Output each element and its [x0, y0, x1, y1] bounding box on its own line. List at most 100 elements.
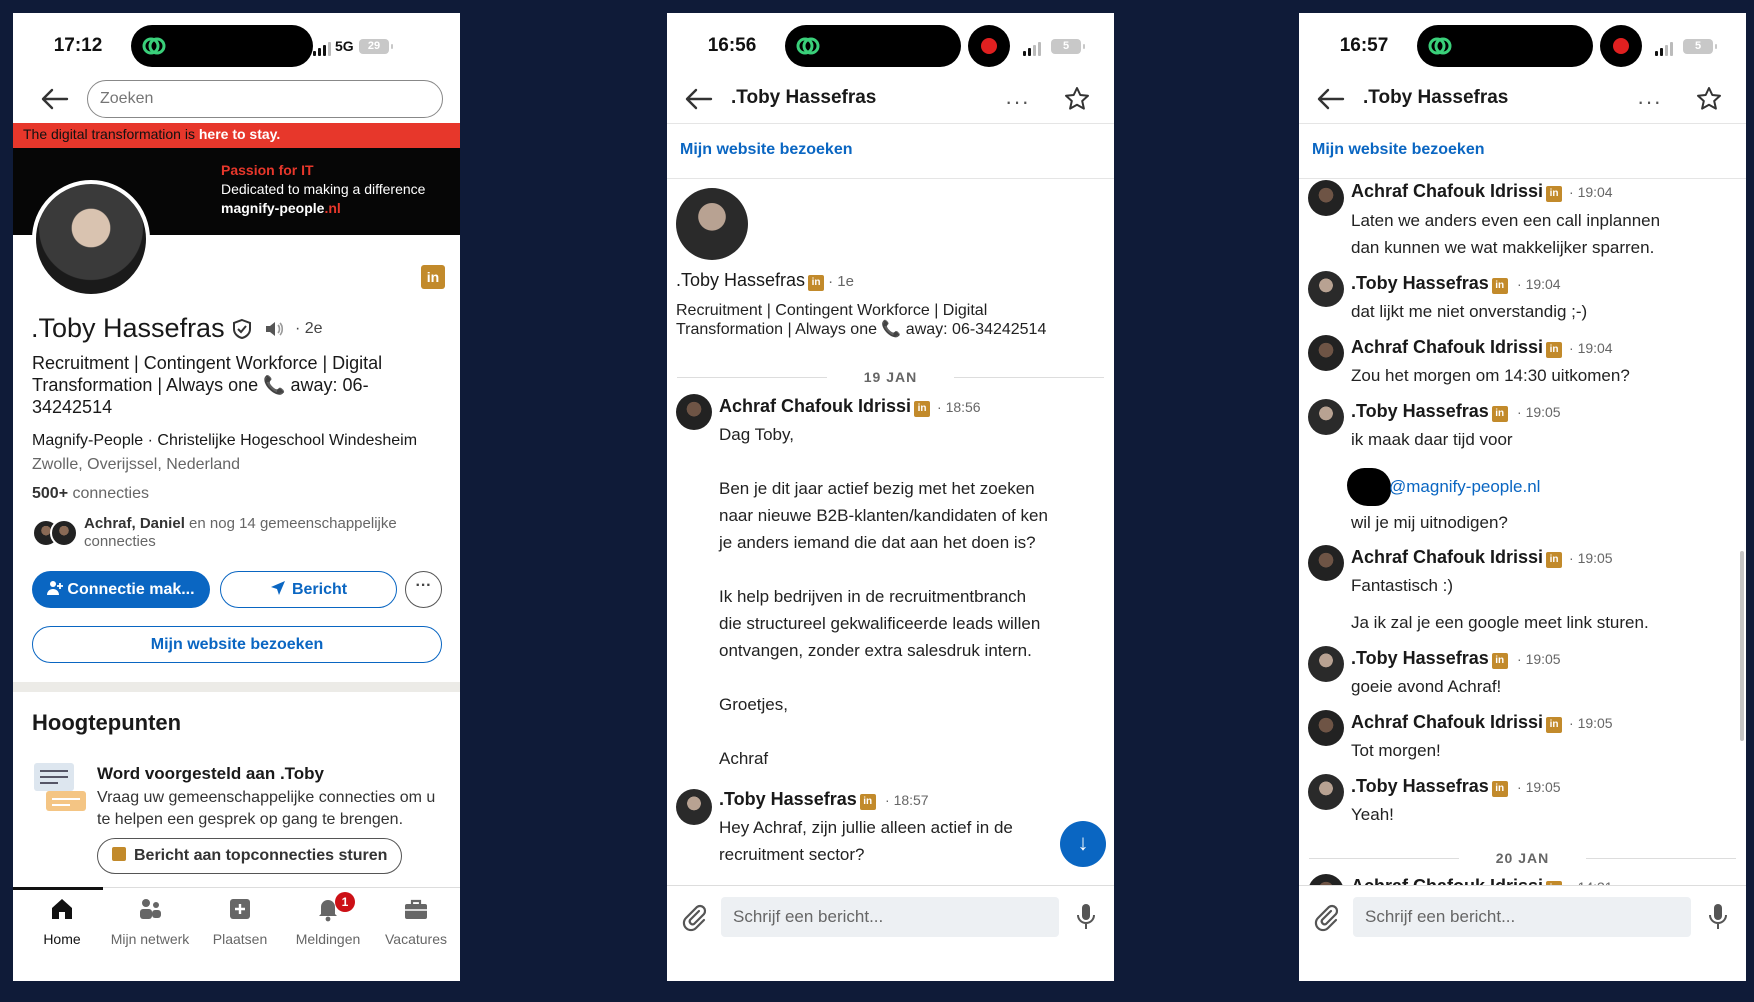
- search-input[interactable]: [87, 80, 443, 118]
- premium-icon: in: [808, 275, 825, 291]
- profile-headline: Recruitment | Contingent Workforce | Dig…: [32, 353, 383, 417]
- star-icon[interactable]: [1063, 85, 1091, 113]
- status-bar: 16:57 5: [1299, 13, 1746, 75]
- home-icon: [52, 899, 72, 919]
- message-input[interactable]: Schrijf een bericht...: [721, 897, 1059, 937]
- message-time-text: 19:05: [1525, 651, 1561, 667]
- avatar[interactable]: [676, 394, 712, 430]
- message-time: · 19:05: [1569, 550, 1613, 566]
- recording-indicator: [968, 25, 1010, 67]
- back-arrow-icon[interactable]: [1317, 88, 1345, 110]
- avatar[interactable]: [1308, 335, 1344, 371]
- profile-screen: 17:12 5G 29 The digital transformation i…: [13, 13, 460, 981]
- message-top-connections-button[interactable]: Bericht aan topconnecties sturen: [97, 838, 403, 874]
- contact-headline: Recruitment | Contingent Workforce | Dig…: [676, 302, 1047, 338]
- message-time: · 19:05: [1517, 404, 1561, 420]
- premium-icon: in: [1546, 186, 1563, 202]
- microphone-icon[interactable]: [1075, 902, 1097, 932]
- message-time-text: 18:56: [945, 399, 981, 415]
- profile-avatar[interactable]: [32, 180, 150, 298]
- banner-domain-a: magnify-people: [221, 200, 325, 216]
- more-actions-button[interactable]: ···: [405, 571, 442, 608]
- status-time: 17:12: [53, 35, 103, 56]
- notification-badge: 1: [335, 892, 355, 912]
- message-line: Hey Achraf, zijn jullie alleen actief in…: [719, 818, 1013, 837]
- message-input[interactable]: Schrijf een bericht...: [1353, 897, 1691, 937]
- app-ring-icon: [142, 37, 166, 55]
- back-arrow-icon[interactable]: [41, 88, 69, 110]
- mutual-connections[interactable]: Achraf, Daniel en nog 14 gemeenschappeli…: [32, 515, 442, 551]
- avatar[interactable]: [676, 188, 748, 260]
- app-ring-icon: [1428, 37, 1452, 55]
- scroll-down-button[interactable]: ↓: [1060, 821, 1106, 867]
- message-line: Yeah!: [1351, 805, 1394, 824]
- message-time-text: 19:05: [1525, 779, 1561, 795]
- avatar[interactable]: [1308, 646, 1344, 682]
- chat-screen-end: 16:57 5 .Toby Hassefras ··· Mijn website…: [1299, 13, 1746, 981]
- avatar: [50, 519, 78, 547]
- connect-label: Connectie mak...: [67, 581, 195, 598]
- avatar[interactable]: [1308, 399, 1344, 435]
- website-button[interactable]: Mijn website bezoeken: [32, 626, 442, 663]
- microphone-icon[interactable]: [1707, 902, 1729, 932]
- tab-home[interactable]: Home: [13, 887, 107, 947]
- verified-shield-icon[interactable]: [231, 318, 253, 340]
- message-label: Bericht: [291, 581, 348, 598]
- tab-jobs[interactable]: Vacatures: [371, 888, 460, 947]
- avatar[interactable]: [1308, 710, 1344, 746]
- avatar[interactable]: [1308, 180, 1344, 216]
- sender-name: Achraf Chafouk Idrissiin: [1351, 712, 1563, 733]
- avatar[interactable]: [1308, 545, 1344, 581]
- date-separator: 19 JAN: [667, 369, 1114, 385]
- premium-icon: in: [1546, 717, 1563, 733]
- chat-title[interactable]: .Toby Hassefras: [1363, 87, 1508, 109]
- chat-title[interactable]: .Toby Hassefras: [731, 87, 876, 109]
- website-link[interactable]: Mijn website bezoeken: [1299, 123, 1746, 179]
- tab-notifications[interactable]: 1 Meldingen: [283, 888, 373, 947]
- avatar[interactable]: [1308, 774, 1344, 810]
- message-time: · 19:04: [1569, 340, 1613, 356]
- suggest-button-label: Bericht aan topconnecties sturen: [134, 847, 388, 864]
- banner-tagline-b: here to stay.: [198, 126, 281, 142]
- sender-name: .Toby Hassefras in: [1351, 401, 1508, 422]
- star-icon[interactable]: [1695, 85, 1723, 113]
- message-button[interactable]: Bericht: [220, 571, 397, 608]
- banner-text: Passion for IT Dedicated to making a dif…: [221, 161, 425, 218]
- plus-square-icon: [230, 899, 250, 919]
- message-line: goeie avond Achraf!: [1351, 677, 1502, 696]
- email-link[interactable]: @magnify-people.nl: [1389, 477, 1540, 497]
- scrollbar[interactable]: [1740, 551, 1744, 741]
- connections-count[interactable]: 500+ connecties: [32, 485, 149, 503]
- battery-icon: 29: [359, 39, 393, 54]
- sender-name: Achraf Chafouk Idrissiin: [1351, 337, 1563, 358]
- message-body: Fantastisch :): [1351, 572, 1453, 599]
- redacted-mark: [1347, 468, 1391, 506]
- message-line: ontvangen, zonder extra salesdruk intern…: [719, 641, 1032, 660]
- tab-label: Plaatsen: [212, 931, 268, 947]
- website-link[interactable]: Mijn website bezoeken: [667, 123, 1114, 179]
- tab-network[interactable]: Mijn netwerk: [105, 888, 195, 947]
- back-arrow-icon[interactable]: [685, 88, 713, 110]
- battery-icon: 5: [1683, 39, 1717, 54]
- message-composer: Schrijf een bericht...: [1299, 885, 1746, 981]
- premium-icon: in: [859, 794, 876, 810]
- paperclip-icon[interactable]: [1313, 902, 1339, 932]
- chat-header: .Toby Hassefras ···: [667, 75, 1114, 123]
- speaker-icon[interactable]: [263, 318, 285, 340]
- battery-icon: 5: [1051, 39, 1085, 54]
- message-time: · 19:05: [1517, 779, 1561, 795]
- more-options-icon[interactable]: ···: [1005, 89, 1030, 115]
- avatar[interactable]: [676, 789, 712, 825]
- tab-label: Meldingen: [295, 931, 361, 947]
- connect-button[interactable]: Connectie mak...: [32, 571, 210, 608]
- tab-post[interactable]: Plaatsen: [195, 888, 285, 947]
- message-time: · 18:57: [885, 792, 929, 808]
- send-icon: [270, 581, 285, 595]
- message-time-text: 19:04: [1577, 184, 1613, 200]
- chat-header: .Toby Hassefras ···: [1299, 75, 1746, 123]
- paperclip-icon[interactable]: [681, 902, 707, 932]
- message-line: Fantastisch :): [1351, 576, 1454, 595]
- avatar[interactable]: [1308, 271, 1344, 307]
- status-bar: 17:12 5G 29: [13, 13, 460, 75]
- more-options-icon[interactable]: ···: [1637, 89, 1662, 115]
